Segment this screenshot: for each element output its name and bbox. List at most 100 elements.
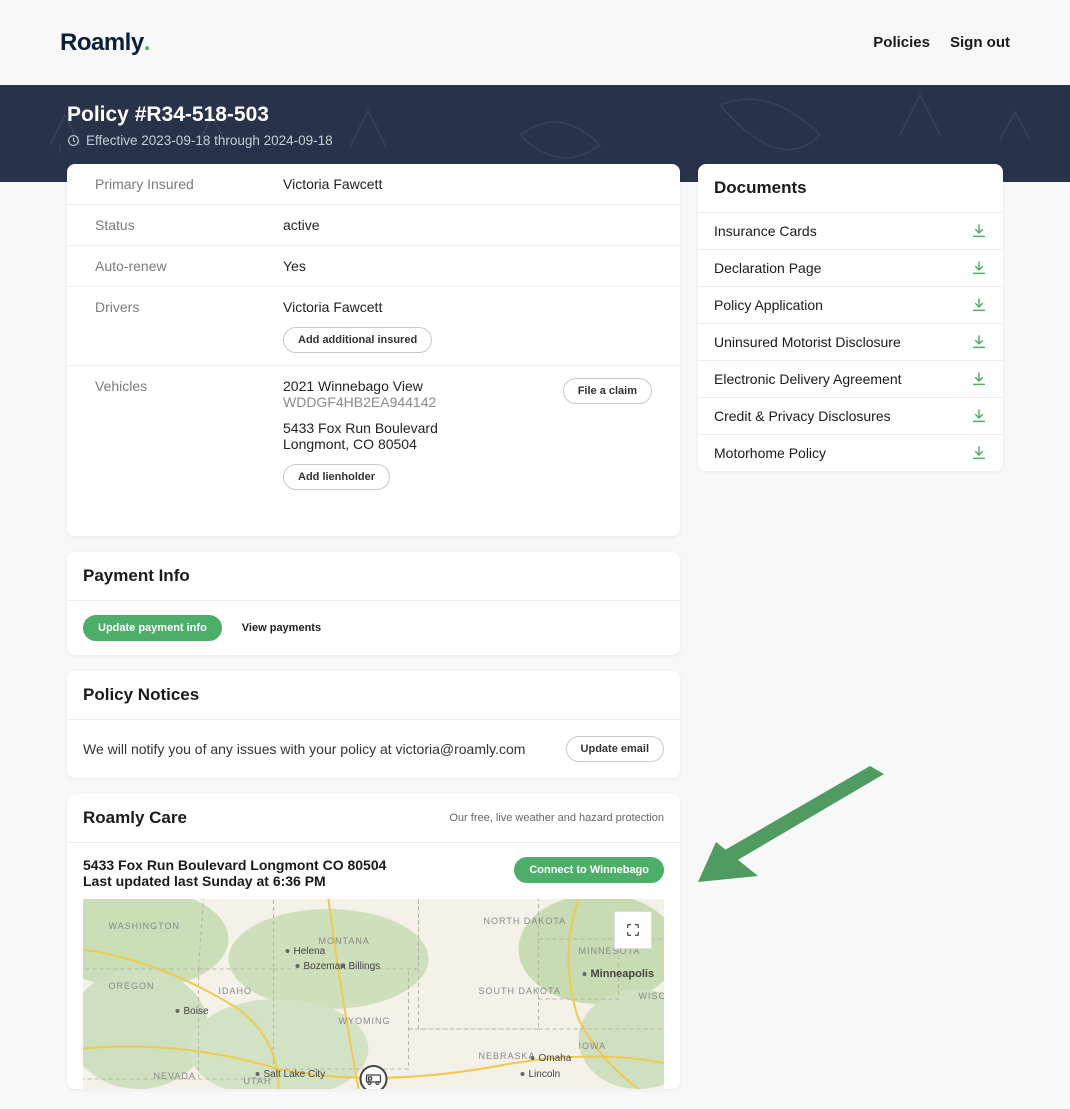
payment-actions: Update payment info View payments [67, 601, 680, 655]
map[interactable]: WASHINGTONMONTANANORTH DAKOTAMINNESOTAWI… [83, 899, 664, 1089]
map-state-label: IDAHO [219, 986, 253, 996]
value-drivers-block: Victoria Fawcett Add additional insured [283, 299, 652, 353]
document-row[interactable]: Uninsured Motorist Disclosure [698, 324, 1003, 361]
row-primary-insured: Primary Insured Victoria Fawcett [67, 164, 680, 205]
file-claim-button[interactable]: File a claim [563, 378, 652, 404]
value-vehicles-block: 2021 Winnebago View WDDGF4HB2EA944142 54… [283, 378, 563, 490]
documents-title: Documents [714, 178, 807, 198]
document-label: Credit & Privacy Disclosures [714, 408, 891, 424]
label-vehicles: Vehicles [95, 378, 283, 394]
document-label: Declaration Page [714, 260, 821, 276]
payment-header: Payment Info [67, 552, 680, 601]
map-svg: WASHINGTONMONTANANORTH DAKOTAMINNESOTAWI… [83, 899, 664, 1089]
map-city-label: Boise [184, 1006, 209, 1017]
document-row[interactable]: Policy Application [698, 287, 1003, 324]
document-row[interactable]: Declaration Page [698, 250, 1003, 287]
add-lienholder-button[interactable]: Add lienholder [283, 464, 390, 490]
map-city-label: Billings [349, 961, 381, 972]
map-city-label: Bozeman [304, 961, 346, 972]
value-autorenew: Yes [283, 258, 652, 274]
map-state-label: WASHINGTON [109, 921, 181, 931]
document-label: Electronic Delivery Agreement [714, 371, 902, 387]
map-state-label: WISCONSIN [639, 991, 665, 1001]
care-header: Roamly Care Our free, live weather and h… [67, 794, 680, 843]
vehicle-addr2: Longmont, CO 80504 [283, 436, 563, 452]
map-city-dot [583, 972, 587, 976]
map-state-label: SOUTH DAKOTA [479, 986, 561, 996]
logo[interactable]: Roamly. [60, 29, 150, 57]
download-icon [971, 297, 987, 313]
document-label: Policy Application [714, 297, 823, 313]
map-city-dot [531, 1056, 535, 1060]
map-state-label: IOWA [579, 1041, 607, 1051]
label-status: Status [95, 217, 283, 233]
download-icon [971, 371, 987, 387]
effective-dates: Effective 2023-09-18 through 2024-09-18 [67, 133, 1003, 148]
download-icon [971, 408, 987, 424]
effective-text: Effective 2023-09-18 through 2024-09-18 [86, 133, 333, 148]
care-location: 5433 Fox Run Boulevard Longmont CO 80504… [83, 857, 386, 889]
nav-signout[interactable]: Sign out [950, 34, 1010, 51]
map-fullscreen-button[interactable] [614, 911, 652, 949]
map-city-dot [176, 1009, 180, 1013]
notices-body: We will notify you of any issues with yo… [67, 720, 680, 778]
annotation-arrow-icon [698, 764, 888, 894]
document-row[interactable]: Credit & Privacy Disclosures [698, 398, 1003, 435]
document-label: Uninsured Motorist Disclosure [714, 334, 901, 350]
label-primary-insured: Primary Insured [95, 176, 283, 192]
documents-list: Insurance Cards Declaration Page Policy Ap… [698, 213, 1003, 471]
policy-notices-card: Policy Notices We will notify you of any… [67, 671, 680, 778]
update-payment-button[interactable]: Update payment info [83, 615, 222, 641]
document-label: Insurance Cards [714, 223, 817, 239]
care-row: 5433 Fox Run Boulevard Longmont CO 80504… [67, 843, 680, 899]
notices-header: Policy Notices [67, 671, 680, 720]
view-payments-link[interactable]: View payments [242, 622, 321, 634]
map-state-label: NEBRASKA [479, 1051, 536, 1061]
map-city-label: Lincoln [529, 1069, 561, 1080]
row-status: Status active [67, 205, 680, 246]
care-timestamp: Last updated last Sunday at 6:36 PM [83, 873, 386, 889]
map-state-label: NORTH DAKOTA [484, 916, 567, 926]
logo-dot: . [144, 29, 151, 57]
add-insured-button[interactable]: Add additional insured [283, 327, 432, 353]
download-icon [971, 334, 987, 350]
top-nav: Policies Sign out [873, 34, 1010, 51]
document-row[interactable]: Insurance Cards [698, 213, 1003, 250]
topbar: Roamly. Policies Sign out [0, 0, 1070, 85]
fullscreen-icon [625, 922, 641, 938]
map-state-label: WYOMING [339, 1016, 391, 1026]
map-city-label: Omaha [539, 1053, 572, 1064]
logo-text: Roamly [60, 29, 144, 57]
map-city-dot [296, 964, 300, 968]
connect-winnebago-button[interactable]: Connect to Winnebago [514, 857, 664, 883]
documents-card: Documents Insurance Cards Declaration Pag… [698, 164, 1003, 471]
document-row[interactable]: Motorhome Policy [698, 435, 1003, 471]
map-city-label: Minneapolis [591, 968, 655, 980]
vehicle-actions: File a claim [563, 378, 652, 404]
map-city-dot [286, 949, 290, 953]
map-state-label: OREGON [109, 981, 155, 991]
download-icon [971, 260, 987, 276]
vehicle-vin: WDDGF4HB2EA944142 [283, 394, 563, 410]
roamly-care-card: Roamly Care Our free, live weather and h… [67, 794, 680, 1089]
care-sub: Our free, live weather and hazard protec… [449, 812, 664, 824]
label-autorenew: Auto-renew [95, 258, 283, 274]
payment-title: Payment Info [83, 566, 190, 586]
map-city-dot [341, 964, 345, 968]
download-icon [971, 223, 987, 239]
care-title: Roamly Care [83, 808, 187, 828]
payment-info-card: Payment Info Update payment info View pa… [67, 552, 680, 655]
policy-details-card: Primary Insured Victoria Fawcett Status … [67, 164, 680, 536]
value-drivers: Victoria Fawcett [283, 299, 652, 315]
value-primary-insured: Victoria Fawcett [283, 176, 652, 192]
map-state-label: MONTANA [319, 936, 370, 946]
clock-icon [67, 134, 80, 147]
care-address: 5433 Fox Run Boulevard Longmont CO 80504 [83, 857, 386, 873]
map-city-label: Salt Lake City [264, 1069, 326, 1080]
update-email-button[interactable]: Update email [566, 736, 664, 762]
label-drivers: Drivers [95, 299, 283, 315]
vehicle-name: 2021 Winnebago View [283, 378, 563, 394]
row-vehicles: Vehicles 2021 Winnebago View WDDGF4HB2EA… [67, 366, 680, 536]
nav-policies[interactable]: Policies [873, 34, 930, 51]
document-row[interactable]: Electronic Delivery Agreement [698, 361, 1003, 398]
